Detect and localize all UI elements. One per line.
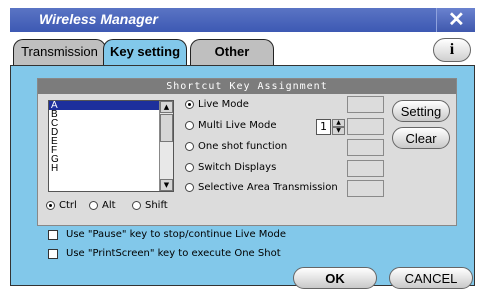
selective-area-key-field bbox=[347, 180, 384, 197]
checkbox-icon bbox=[48, 229, 58, 240]
setting-button[interactable]: Setting bbox=[392, 100, 450, 122]
shortcut-key-group: Shortcut Key Assignment A B C D E F G H … bbox=[37, 78, 457, 226]
multi-live-key-field bbox=[347, 118, 384, 135]
list-item[interactable]: B bbox=[49, 110, 173, 120]
close-button[interactable]: ✕ bbox=[436, 8, 475, 32]
live-mode-key-field bbox=[347, 96, 384, 113]
list-item[interactable]: H bbox=[49, 164, 173, 174]
radio-icon bbox=[132, 201, 141, 210]
radio-live-mode[interactable]: Live Mode bbox=[185, 99, 249, 110]
list-item[interactable]: D bbox=[49, 128, 173, 138]
scroll-thumb[interactable] bbox=[160, 114, 173, 142]
radio-selective-area[interactable]: Selective Area Transmission bbox=[185, 182, 338, 193]
radio-one-shot[interactable]: One shot function bbox=[185, 141, 287, 152]
tab-key-setting[interactable]: Key setting bbox=[103, 39, 187, 66]
list-item[interactable]: F bbox=[49, 146, 173, 156]
tab-bar: Transmission Key setting Other i bbox=[10, 35, 475, 66]
stepper-down-icon[interactable]: ▼ bbox=[332, 127, 345, 135]
wireless-manager-window: Wireless Manager ✕ Transmission Key sett… bbox=[10, 8, 475, 289]
stepper-value[interactable]: 1 bbox=[316, 119, 331, 135]
pause-key-checkbox[interactable]: Use "Pause" key to stop/continue Live Mo… bbox=[48, 229, 286, 240]
printscreen-key-checkbox[interactable]: Use "PrintScreen" key to execute One Sho… bbox=[48, 248, 281, 259]
radio-icon bbox=[185, 183, 194, 192]
radio-selected-icon bbox=[185, 100, 194, 109]
list-item[interactable]: E bbox=[49, 137, 173, 147]
group-title: Shortcut Key Assignment bbox=[38, 79, 456, 94]
one-shot-key-field bbox=[347, 139, 384, 156]
window-title: Wireless Manager bbox=[39, 11, 158, 27]
key-setting-panel: Shortcut Key Assignment A B C D E F G H … bbox=[10, 65, 475, 286]
tab-other[interactable]: Other bbox=[190, 39, 274, 66]
key-list[interactable]: A B C D E F G H ▲ ▼ bbox=[48, 100, 174, 192]
radio-icon bbox=[89, 201, 98, 210]
scroll-up-icon[interactable]: ▲ bbox=[160, 101, 173, 113]
radio-multi-live-mode[interactable]: Multi Live Mode bbox=[185, 120, 276, 131]
radio-icon bbox=[185, 163, 194, 172]
title-bar: Wireless Manager ✕ bbox=[10, 8, 475, 32]
list-item[interactable]: G bbox=[49, 155, 173, 165]
multi-live-stepper[interactable]: 1 ▲ ▼ bbox=[316, 119, 348, 135]
radio-switch-displays[interactable]: Switch Displays bbox=[185, 162, 276, 173]
radio-ctrl[interactable]: Ctrl bbox=[46, 200, 77, 211]
info-button[interactable]: i bbox=[433, 38, 471, 62]
switch-displays-key-field bbox=[347, 160, 384, 177]
scroll-down-icon[interactable]: ▼ bbox=[160, 179, 173, 191]
close-icon: ✕ bbox=[448, 9, 465, 31]
radio-icon bbox=[185, 121, 194, 130]
radio-shift[interactable]: Shift bbox=[132, 200, 168, 211]
stepper-up-icon[interactable]: ▲ bbox=[332, 119, 345, 127]
list-item[interactable]: A bbox=[49, 101, 173, 111]
list-scrollbar[interactable]: ▲ ▼ bbox=[159, 101, 173, 191]
ok-button[interactable]: OK bbox=[293, 267, 377, 289]
radio-selected-icon bbox=[46, 201, 55, 210]
checkbox-icon bbox=[48, 248, 58, 259]
info-icon: i bbox=[449, 41, 455, 58]
list-item[interactable]: C bbox=[49, 119, 173, 129]
radio-icon bbox=[185, 142, 194, 151]
radio-alt[interactable]: Alt bbox=[89, 200, 116, 211]
tab-transmission[interactable]: Transmission bbox=[13, 39, 106, 66]
cancel-button[interactable]: CANCEL bbox=[389, 267, 473, 289]
clear-button[interactable]: Clear bbox=[392, 127, 450, 149]
